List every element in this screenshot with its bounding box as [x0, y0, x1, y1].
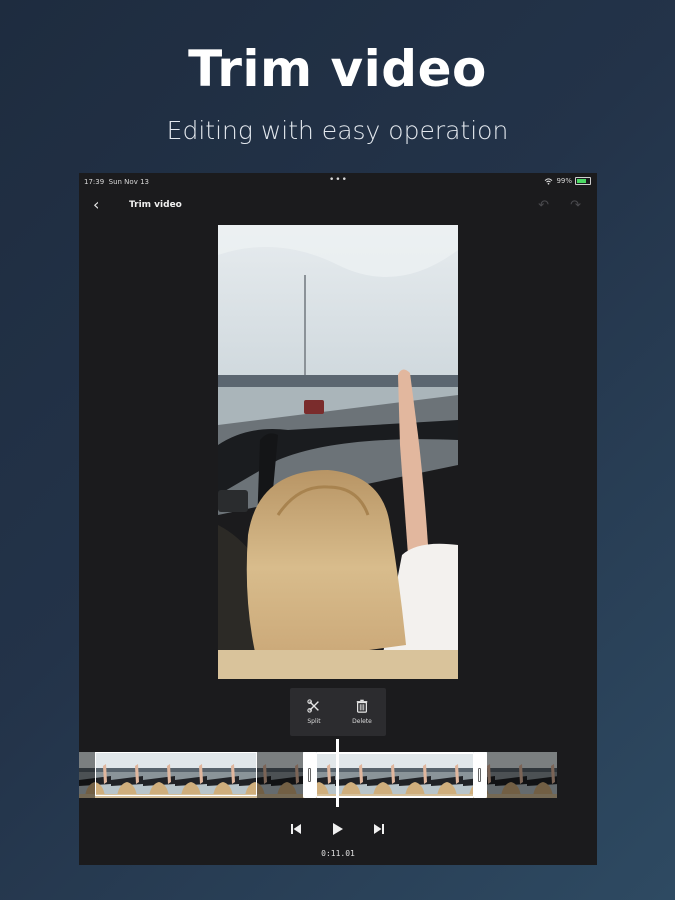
redo-icon[interactable]: ↷	[570, 198, 581, 213]
selection-bottom-border	[317, 796, 473, 798]
status-time: 17:39	[84, 178, 105, 186]
page-title: Trim video	[129, 200, 182, 210]
undo-icon[interactable]: ↶	[538, 198, 549, 213]
status-bar: 17:39 Sun Nov 13 ••• 99%	[79, 173, 597, 191]
delete-button[interactable]: Delete	[338, 688, 386, 736]
back-chevron-icon[interactable]: ‹	[93, 197, 99, 213]
promo-headline: Trim video	[188, 40, 487, 98]
promo-subheadline: Editing with easy operation	[166, 116, 509, 145]
delete-label: Delete	[352, 718, 372, 725]
timeline-strip[interactable]	[79, 752, 557, 798]
wifi-icon	[545, 177, 553, 185]
trash-icon	[356, 699, 368, 713]
trim-handle-left[interactable]	[303, 752, 317, 798]
battery-percent: 99%	[556, 177, 572, 185]
playback-controls	[79, 819, 597, 839]
video-preview[interactable]	[218, 225, 458, 679]
app-bar: ‹ Trim video ↶ ↷	[79, 193, 597, 219]
edit-tool-panel: Split Delete	[290, 688, 386, 736]
skip-previous-icon[interactable]	[286, 819, 306, 839]
skip-next-icon[interactable]	[369, 819, 389, 839]
video-frame-image	[218, 225, 458, 679]
split-button[interactable]: Split	[290, 688, 338, 736]
clip-segment-left[interactable]	[95, 752, 257, 796]
split-label: Split	[307, 718, 321, 725]
selection-top-border	[317, 752, 473, 754]
status-time-date: 17:39 Sun Nov 13	[84, 178, 149, 186]
current-time: 0:11.01	[321, 849, 355, 858]
scissors-icon	[307, 699, 319, 713]
tablet-screen: 17:39 Sun Nov 13 ••• 99% ‹ Trim video ↶ …	[79, 173, 597, 865]
playhead[interactable]	[336, 739, 339, 807]
battery-icon	[575, 177, 591, 185]
multitasking-dots-icon[interactable]: •••	[329, 175, 348, 185]
play-icon[interactable]	[327, 819, 347, 839]
status-indicators: 99%	[544, 177, 591, 185]
status-date: Sun Nov 13	[108, 178, 149, 186]
trim-handle-right[interactable]	[473, 752, 487, 798]
